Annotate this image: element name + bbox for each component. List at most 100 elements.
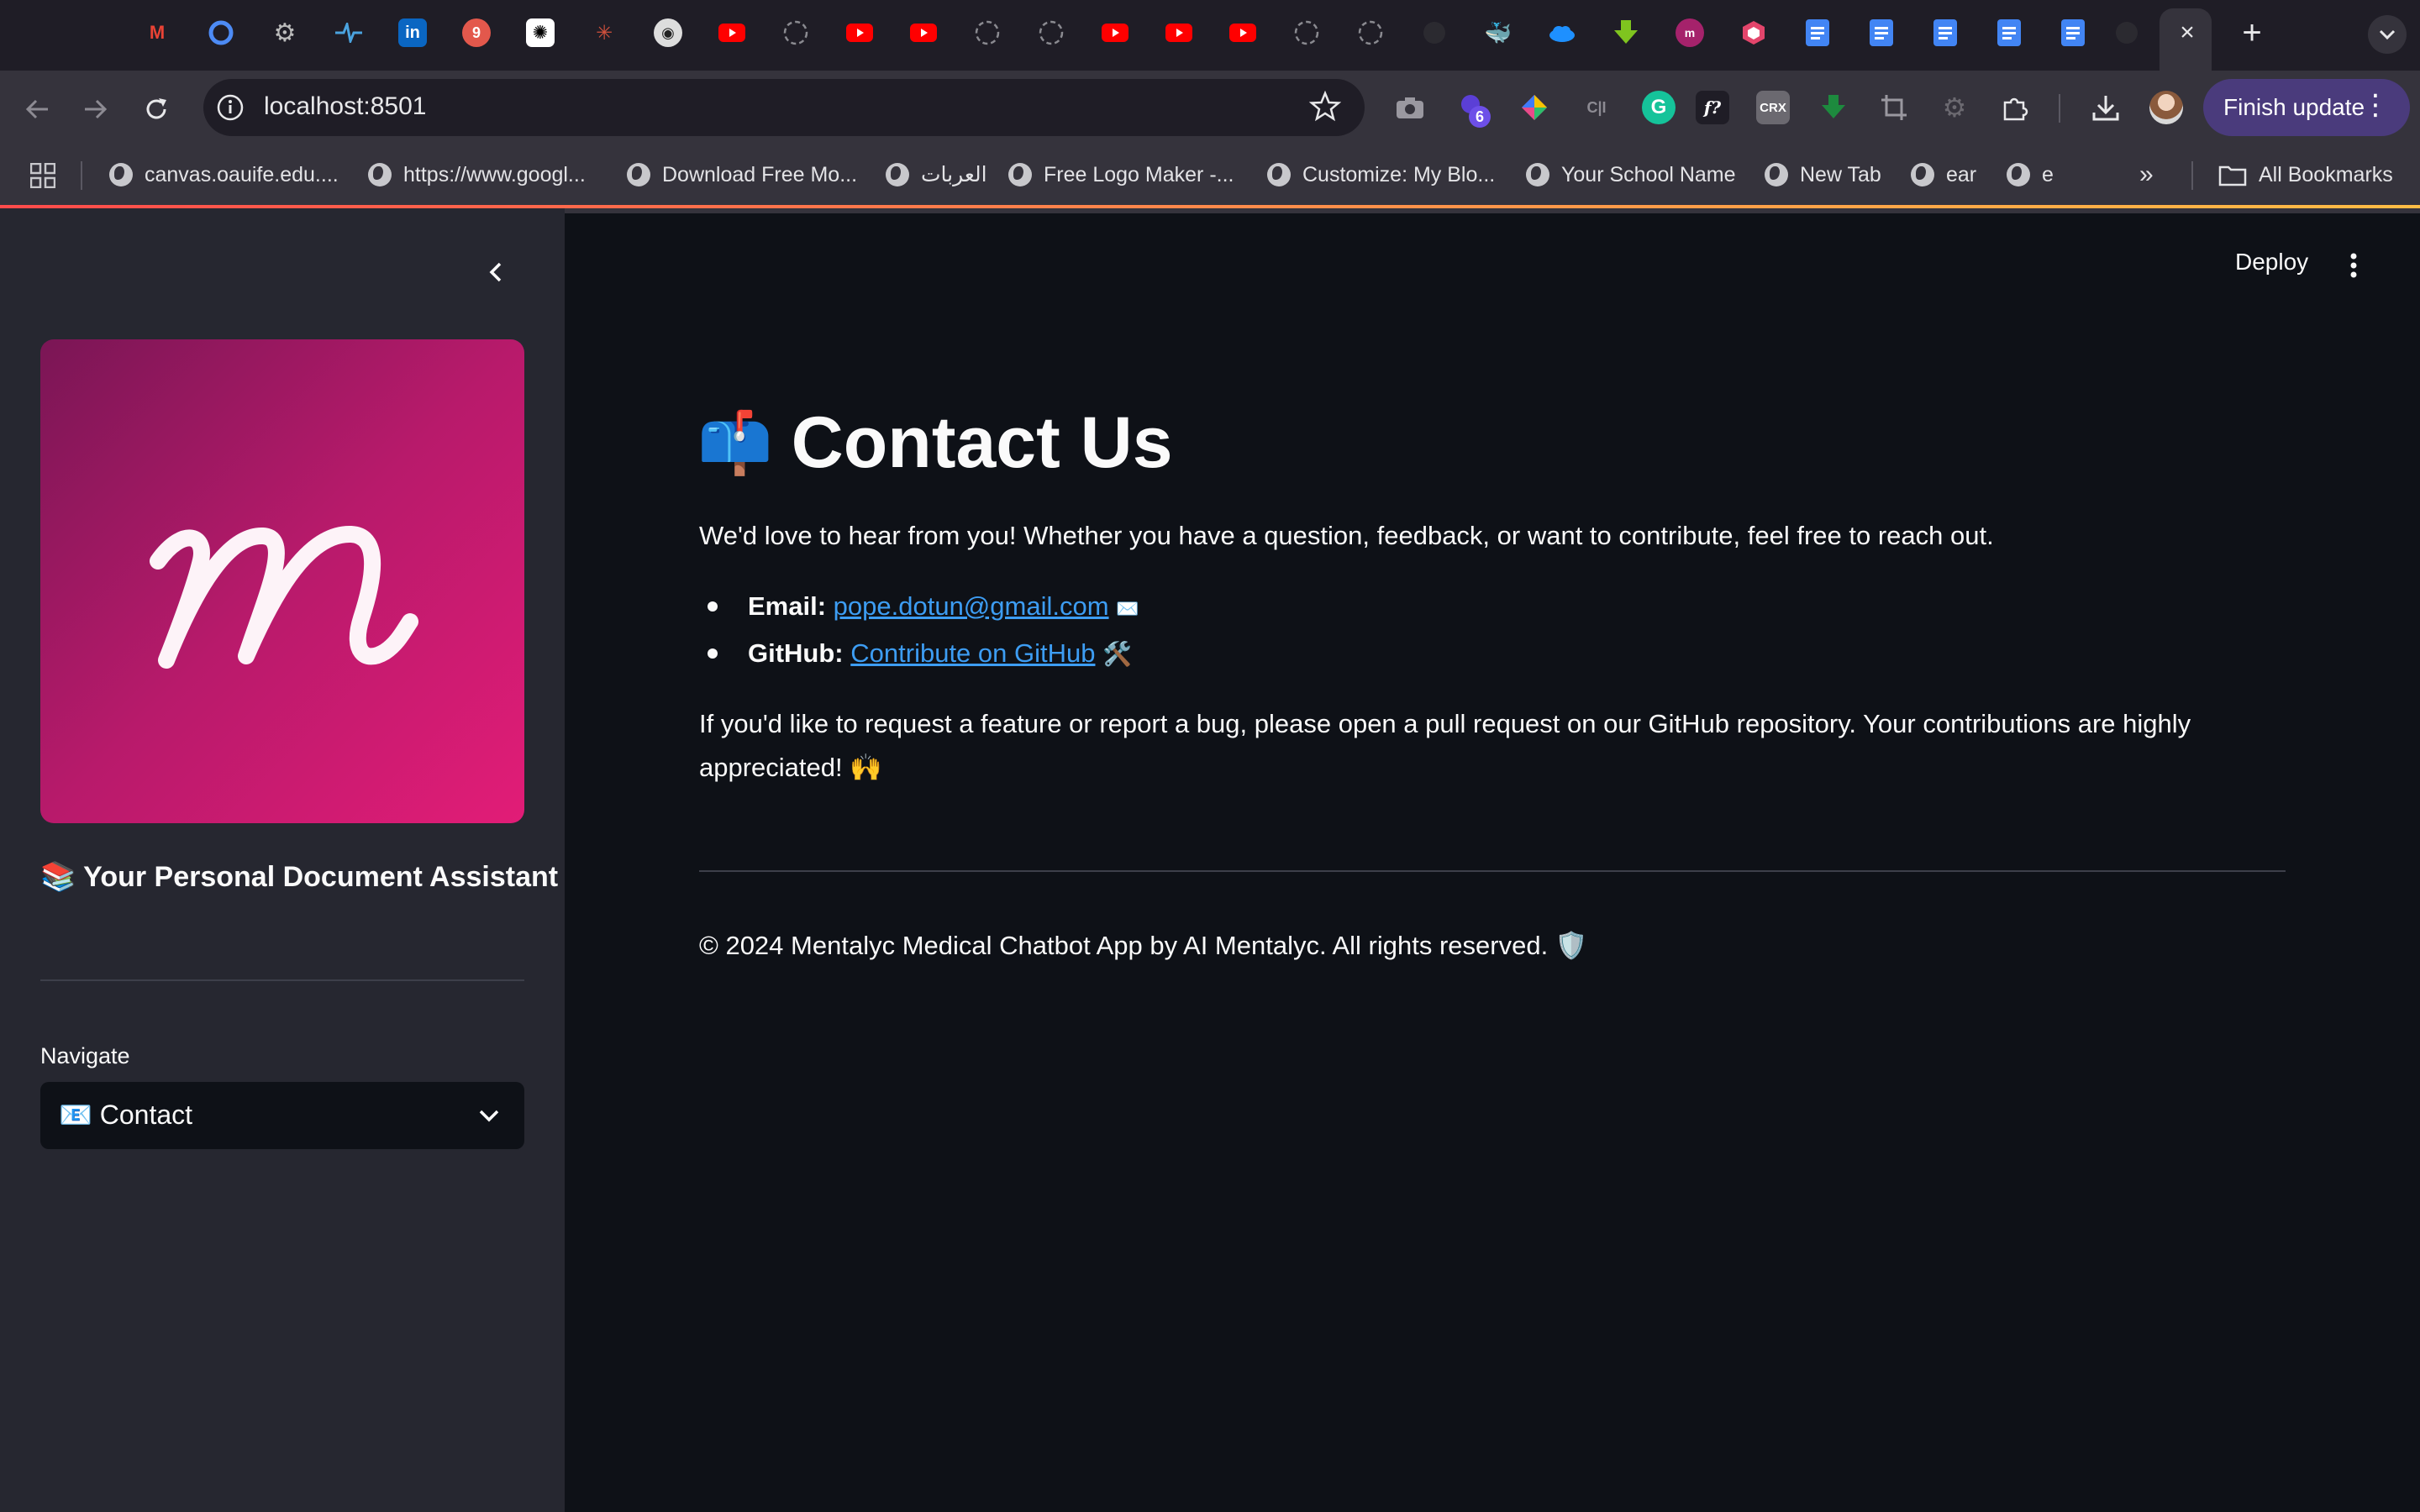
more-vert-icon[interactable]: ⋮ [2361, 91, 2390, 119]
globe-icon [2007, 163, 2030, 186]
bookmark-item[interactable]: New Tab [1765, 160, 1881, 190]
page-title-text: Contact Us [791, 402, 1173, 483]
tab-close-icon[interactable]: × [2175, 20, 2200, 45]
globe-icon [368, 163, 392, 186]
reload-icon[interactable] [138, 91, 175, 128]
bookmark-item[interactable]: العربات [886, 160, 987, 190]
globe-icon [1765, 163, 1788, 186]
folder-icon [2218, 165, 2247, 186]
mailbox-icon: 📫 [697, 410, 773, 477]
gmail-icon[interactable]: M [143, 18, 171, 47]
all-bookmarks[interactable]: All Bookmarks [2218, 160, 2393, 190]
pulse-icon[interactable] [334, 18, 363, 47]
collapse-sidebar-icon[interactable] [479, 255, 513, 289]
tab-search-icon[interactable] [2368, 15, 2407, 54]
github-icon[interactable] [1420, 18, 1449, 47]
bookmarks-divider [81, 161, 82, 190]
sidebar-title: 📚 Your Personal Document Assistant [40, 861, 559, 893]
docs-icon[interactable] [1867, 18, 1896, 47]
apps-grid-icon[interactable] [29, 162, 56, 189]
bookmark-item[interactable]: Customize: My Blo... [1267, 160, 1495, 190]
youtube-icon[interactable] [1228, 18, 1257, 47]
youtube-icon[interactable] [718, 18, 746, 47]
youtube-icon[interactable] [1165, 18, 1193, 47]
extension-badge-count: 6 [1469, 106, 1491, 128]
footer-text: © 2024 Mentalyc Medical Chatbot App by A… [699, 931, 1588, 960]
extensions-puzzle-icon[interactable] [1998, 91, 2032, 124]
gear-extension-icon[interactable]: ⚙ [1938, 91, 1971, 124]
avatar[interactable] [2149, 91, 2183, 124]
app-icon[interactable]: 9 [462, 18, 491, 47]
intro-text: We'd love to hear from you! Whether you … [699, 521, 1994, 550]
docs-icon[interactable] [1931, 18, 1960, 47]
finish-update-button[interactable]: Finish update ⋮ [2203, 79, 2410, 136]
download-icon[interactable] [1612, 18, 1640, 47]
url-text[interactable]: localhost:8501 [264, 92, 426, 121]
spark-icon[interactable]: ✳ [590, 18, 618, 47]
request-text-line1: If you'd like to request a feature or re… [699, 709, 2191, 738]
bookmarks-overflow-icon[interactable]: » [2139, 161, 2154, 188]
loading-icon[interactable] [781, 18, 810, 47]
youtube-icon[interactable] [909, 18, 938, 47]
new-tab-icon[interactable]: + [2235, 16, 2269, 50]
bookmark-item[interactable]: Download Free Mo... [627, 160, 857, 190]
bookmark-item[interactable]: Your School Name [1526, 160, 1736, 190]
site-info-icon[interactable] [215, 92, 245, 123]
bookmark-item[interactable]: https://www.googl... [368, 160, 586, 190]
docs-icon[interactable] [2059, 18, 2087, 47]
linkedin-icon[interactable]: in [398, 18, 427, 47]
main-menu-icon[interactable] [2341, 249, 2366, 282]
docker-icon[interactable]: 🐳 [1484, 18, 1512, 47]
globe-icon [886, 163, 909, 186]
tools-icon: 🛠️ [1102, 641, 1132, 667]
youtube-icon[interactable] [1101, 18, 1129, 47]
loading-icon[interactable] [1037, 18, 1065, 47]
app-icon[interactable]: m [1676, 18, 1704, 47]
grammarly-icon[interactable]: G [1642, 91, 1676, 124]
crx-icon[interactable]: CRX [1756, 91, 1790, 124]
deploy-button[interactable]: Deploy [2235, 249, 2308, 276]
github-icon[interactable] [2112, 18, 2141, 47]
downloads-icon[interactable] [2089, 91, 2123, 124]
navigate-select-value[interactable]: 📧 Contact [59, 1099, 192, 1131]
globe-icon [109, 163, 133, 186]
loading-icon[interactable] [973, 18, 1002, 47]
loading-icon[interactable] [1292, 18, 1321, 47]
github-link[interactable]: Contribute on GitHub [850, 638, 1095, 668]
list-bullet [708, 648, 718, 659]
shield-icon[interactable] [1739, 18, 1768, 47]
email-link[interactable]: pope.dotun@gmail.com [834, 591, 1109, 621]
sidebar-divider [40, 979, 524, 981]
bookmarks-divider [2191, 161, 2193, 190]
settings-icon[interactable]: ⚙ [271, 18, 299, 47]
owl-icon[interactable]: ◉ [654, 18, 682, 47]
color-picker-icon[interactable] [1518, 91, 1551, 124]
bookmark-item[interactable]: ear [1911, 160, 1976, 190]
globe-icon [1008, 163, 1032, 186]
chevron-down-icon[interactable] [474, 1100, 504, 1131]
camera-icon[interactable] [1393, 91, 1427, 124]
cloud-icon[interactable] [1548, 18, 1576, 47]
crop-icon[interactable] [1877, 91, 1911, 124]
youtube-icon[interactable] [845, 18, 874, 47]
bookmark-item[interactable]: e [2007, 160, 2054, 190]
loading-icon[interactable] [1356, 18, 1385, 47]
openai-icon[interactable]: ✺ [526, 18, 555, 47]
bookmark-star-icon[interactable] [1308, 90, 1342, 123]
bookmark-item[interactable]: Free Logo Maker -... [1008, 160, 1234, 190]
chromium-icon[interactable] [207, 18, 235, 47]
email-item: Email: pope.dotun@gmail.com ✉️ [748, 585, 1139, 631]
code-extension-icon[interactable]: C|I [1580, 91, 1613, 124]
forward-icon[interactable] [77, 91, 114, 128]
github-item: GitHub: Contribute on GitHub 🛠️ [748, 632, 1132, 676]
bookmark-item[interactable]: canvas.oauife.edu.... [109, 160, 339, 190]
docs-icon[interactable] [1803, 18, 1832, 47]
download-extension-icon[interactable] [1817, 91, 1850, 124]
docs-icon[interactable] [1995, 18, 2023, 47]
formula-icon[interactable]: f? [1696, 91, 1729, 124]
globe-icon [1267, 163, 1291, 186]
finish-update-label: Finish update [2223, 94, 2365, 120]
app-logo [40, 339, 524, 823]
content-divider [699, 870, 2286, 872]
back-icon[interactable] [18, 91, 55, 128]
